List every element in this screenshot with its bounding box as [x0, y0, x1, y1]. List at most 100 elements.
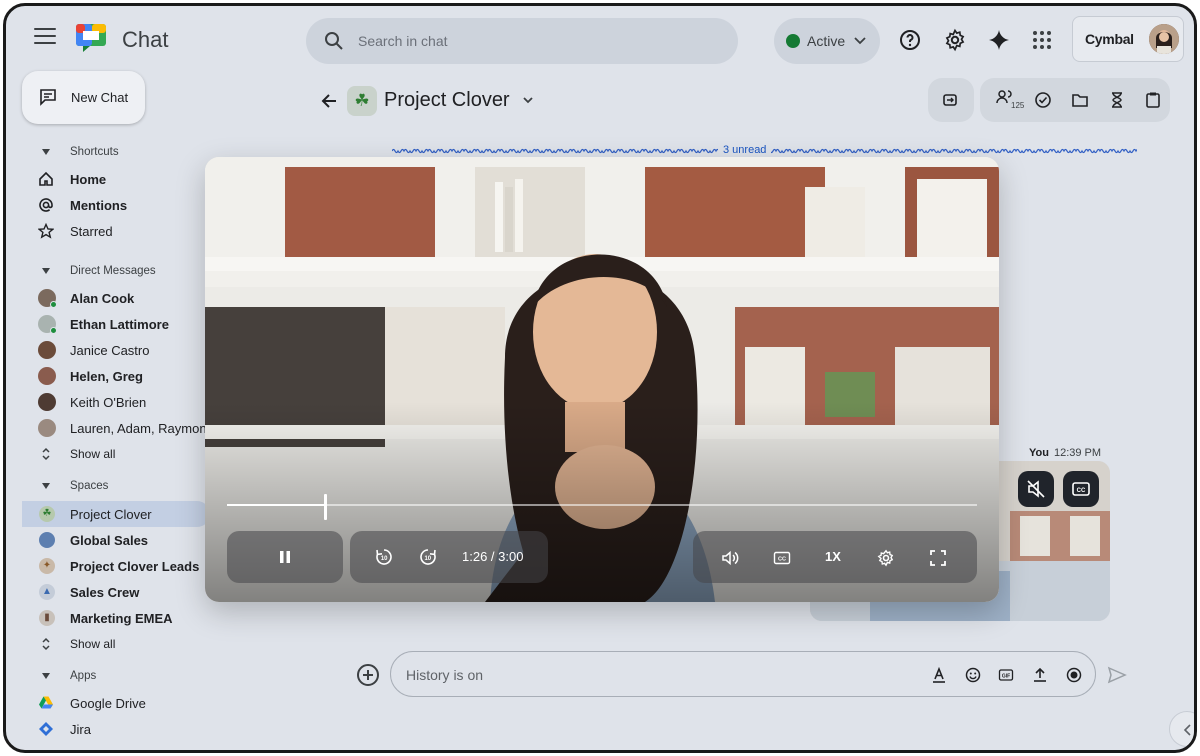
app-window: Chat Search in chat Active Cymbal New Ch…	[3, 3, 1197, 753]
show-all-spaces[interactable]: Show all	[22, 631, 210, 657]
svg-text:CC: CC	[1077, 488, 1086, 494]
sidebar-item-label: Mentions	[70, 198, 128, 213]
send-icon[interactable]	[1107, 666, 1127, 684]
sidebar-item-starred[interactable]: Starred	[22, 218, 210, 244]
avatar	[38, 315, 57, 334]
scrubber-handle[interactable]	[323, 494, 327, 520]
rewind-10-icon[interactable]: 10	[374, 547, 394, 567]
search-placeholder: Search in chat	[358, 33, 448, 49]
sidebar-item-space[interactable]: ✦ Project Clover Leads	[22, 553, 210, 579]
jira-icon	[39, 722, 53, 736]
new-chat-button[interactable]: New Chat	[22, 71, 145, 124]
new-chat-label: New Chat	[71, 90, 129, 105]
sidebar-item-google-drive[interactable]: Google Drive	[22, 690, 210, 716]
search-bar[interactable]: Search in chat	[306, 18, 738, 64]
sidebar-item-dm[interactable]: Helen, Greg	[22, 363, 210, 389]
sidebar-item-label: Starred	[70, 224, 113, 239]
sidebar-item-label: Jira	[70, 722, 91, 737]
main-menu-icon[interactable]	[34, 28, 56, 46]
clover-icon: ☘	[347, 86, 377, 116]
search-icon	[325, 32, 343, 50]
account-button[interactable]: Cymbal	[1072, 16, 1184, 62]
new-chat-icon	[40, 89, 56, 106]
sidebar-item-space[interactable]: ▲ Sales Crew	[22, 579, 210, 605]
caret-down-icon	[42, 268, 50, 274]
upload-icon[interactable]	[1032, 667, 1048, 683]
emoji-icon[interactable]	[965, 667, 981, 683]
message-composer[interactable]: History is on GIF	[390, 651, 1096, 697]
gear-icon[interactable]	[943, 28, 967, 52]
gear-icon[interactable]	[877, 549, 895, 567]
sidebar-item-space[interactable]: Global Sales	[22, 527, 210, 553]
section-title: Shortcuts	[70, 146, 119, 158]
sidebar-item-mentions[interactable]: Mentions	[22, 192, 210, 218]
show-all-dms[interactable]: Show all	[22, 441, 210, 467]
video-meeting-icon	[943, 94, 957, 106]
hourglass-icon[interactable]	[1108, 91, 1126, 109]
space-actions: 125	[980, 78, 1170, 122]
gif-icon[interactable]: GIF	[998, 667, 1014, 683]
home-icon	[39, 171, 53, 186]
sidebar-item-label: Helen, Greg	[70, 369, 143, 384]
sidebar-item-jira[interactable]: Jira	[22, 716, 210, 742]
sidebar-item-project-clover[interactable]: ☘ Project Clover	[22, 501, 210, 527]
fullscreen-icon[interactable]	[929, 549, 947, 567]
section-title: Direct Messages	[70, 265, 156, 277]
sidebar-item-label: Marketing EMEA	[70, 611, 173, 626]
sidebar-item-dm[interactable]: Janice Castro	[22, 337, 210, 363]
text-format-icon[interactable]	[931, 667, 947, 683]
tasks-check-icon[interactable]	[1034, 91, 1052, 109]
sidebar-item-home[interactable]: Home	[22, 166, 210, 192]
space-icon: ✦	[39, 558, 55, 574]
forward-10-icon[interactable]: 10	[418, 547, 438, 567]
clipboard-icon[interactable]	[1144, 91, 1162, 109]
sidebar-item-label: Global Sales	[70, 533, 149, 548]
sidebar-item-dm[interactable]: Ethan Lattimore	[22, 311, 210, 337]
status-dropdown[interactable]: Active	[774, 18, 880, 64]
sidebar-item-dm[interactable]: Lauren, Adam, Raymond	[22, 415, 210, 441]
expand-icon	[42, 447, 50, 461]
sidebar-item-dm[interactable]: Alan Cook	[22, 285, 210, 311]
chart-icon: ▮	[39, 610, 55, 626]
meet-button[interactable]	[928, 78, 974, 122]
chevron-left-icon	[1183, 724, 1191, 736]
mute-button[interactable]	[1018, 471, 1054, 507]
space-title[interactable]: Project Clover	[384, 89, 510, 112]
playback-speed[interactable]: 1X	[825, 549, 841, 564]
playback-controls: 10 10 1:26 / 3:00	[350, 531, 548, 583]
video-player[interactable]: 10 10 1:26 / 3:00 CC 1X	[205, 157, 999, 602]
play-pause-button[interactable]	[227, 531, 343, 583]
avatar	[38, 393, 56, 411]
unread-divider: 3 unread	[392, 144, 1137, 158]
sidebar-item-label: Project Clover Leads	[70, 559, 200, 574]
rewind-seconds: 10	[381, 556, 388, 562]
message-sender: You	[1029, 447, 1049, 459]
record-video-icon[interactable]	[1066, 667, 1082, 683]
section-title: Apps	[70, 670, 97, 682]
avatar	[38, 289, 57, 308]
collapse-panel-button[interactable]	[1169, 711, 1194, 747]
gemini-sparkle-icon[interactable]	[987, 28, 1011, 52]
globe-icon	[39, 532, 55, 548]
chevron-down-icon[interactable]	[523, 96, 533, 104]
online-indicator	[50, 327, 57, 334]
progress-track[interactable]	[227, 504, 977, 506]
add-attachment-button[interactable]	[357, 664, 379, 686]
volume-icon[interactable]	[721, 549, 739, 567]
message-time: 12:39 PM	[1053, 447, 1102, 459]
svg-text:GIF: GIF	[1002, 673, 1010, 679]
caret-down-icon	[42, 673, 50, 679]
folder-icon[interactable]	[1071, 91, 1089, 109]
google-drive-icon	[39, 696, 53, 709]
sidebar-item-label: Alan Cook	[70, 291, 135, 306]
sidebar-item-label: Home	[70, 172, 107, 187]
back-arrow-icon[interactable]	[320, 92, 338, 110]
apps-grid-icon[interactable]	[1030, 28, 1054, 52]
captions-button[interactable]: CC	[1063, 471, 1099, 507]
help-icon[interactable]	[898, 28, 922, 52]
closed-captions-icon[interactable]: CC	[773, 549, 791, 567]
sidebar-item-space[interactable]: ▮ Marketing EMEA	[22, 605, 210, 631]
sidebar-item-label: Lauren, Adam, Raymond	[70, 421, 208, 436]
members-button[interactable]: 125	[988, 78, 1026, 122]
sidebar-item-dm[interactable]: Keith O'Brien	[22, 389, 210, 415]
